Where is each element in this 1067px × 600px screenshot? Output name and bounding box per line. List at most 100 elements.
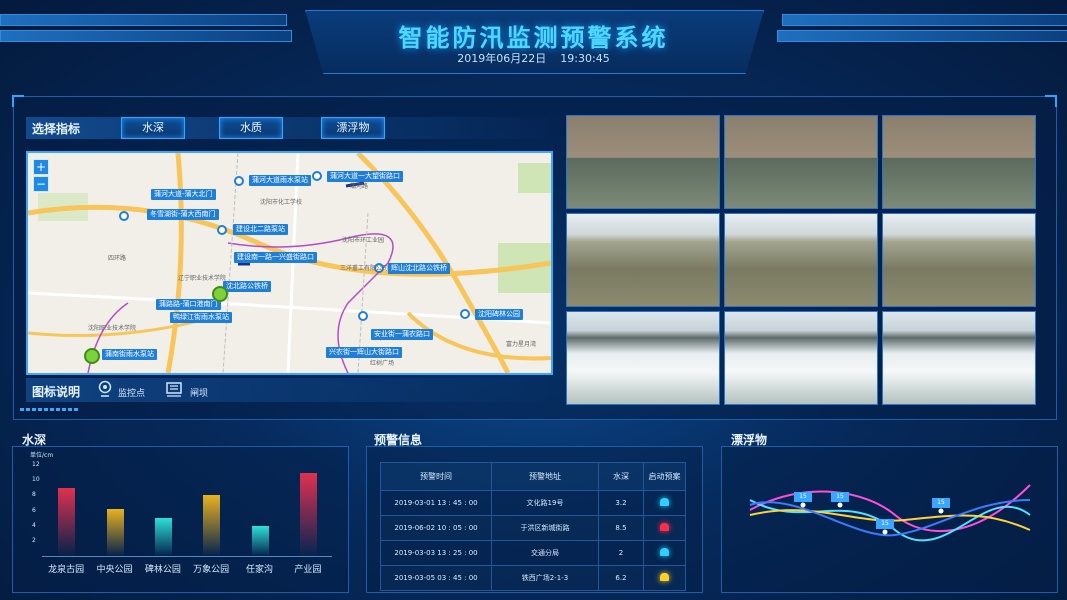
- y-tick-label: 10: [32, 476, 40, 484]
- table-row[interactable]: 2019-03-03 13 : 25 : 00 交通分局 2: [380, 540, 686, 566]
- header-deco-left-1: [0, 14, 287, 26]
- y-tick-label: 4: [32, 521, 36, 529]
- y-tick-label: 2: [32, 536, 36, 544]
- water-depth-chart: [0, 0, 1, 1]
- data-point: [882, 529, 888, 535]
- zoom-out-button[interactable]: −: [33, 176, 49, 192]
- map-marker-label[interactable]: 辉山沈北路公铁桥: [388, 263, 450, 274]
- map-pin[interactable]: [217, 225, 227, 235]
- cell-depth: 2: [598, 540, 644, 566]
- cell-time: 2019-03-03 13 : 25 : 00: [380, 540, 492, 566]
- cell-address: 铁西广场2-1-3: [491, 565, 599, 591]
- alarm-light-icon: [660, 498, 669, 506]
- map-place: 富力星月湾: [506, 341, 537, 348]
- map-marker-label[interactable]: 沈北路公铁桥: [223, 281, 271, 292]
- map-roads: [28, 153, 551, 373]
- x-tick-label: 碑林公园: [144, 565, 181, 575]
- map-marker-label[interactable]: 蒲路路-蒲口港南门: [156, 299, 221, 310]
- camera-feed[interactable]: [882, 311, 1036, 405]
- map-marker-label[interactable]: 蒲河大道雨水泵站: [249, 175, 311, 186]
- map-marker-label[interactable]: 建设北二路泵站: [233, 224, 288, 235]
- cell-depth: 6.2: [598, 565, 644, 591]
- camera-feed[interactable]: [724, 311, 878, 405]
- map-place: 沈阳职业技术学院: [88, 325, 137, 332]
- map-marker-label[interactable]: 冬雪湖街-蒲大西南门: [147, 209, 219, 220]
- header-deco-right-1: [782, 14, 1067, 26]
- map-place: 红树广场: [370, 360, 395, 367]
- cell-depth: 3.2: [598, 490, 644, 516]
- x-tick-label: 任家沟: [245, 565, 273, 575]
- map-pin-active[interactable]: [212, 286, 228, 302]
- cell-address: 交通分局: [491, 540, 599, 566]
- indicator-header-bar: [26, 117, 549, 139]
- table-row[interactable]: 2019-06-02 10 : 05 : 00 于洪区新城街路 8.5: [380, 515, 686, 541]
- map-marker-label[interactable]: 蒲河大道-蒲大北门: [151, 189, 216, 200]
- map-pin[interactable]: [234, 176, 244, 186]
- value-badge: 15: [794, 492, 812, 502]
- cell-depth: 8.5: [598, 515, 644, 541]
- cell-time: 2019-03-01 13 : 45 : 00: [380, 490, 492, 516]
- value-badge: 15: [932, 498, 950, 508]
- col-plan: 启动预案: [643, 462, 686, 491]
- map-marker-label[interactable]: 兴农街一辉山大街路口: [326, 347, 402, 358]
- alarm-light-icon: [660, 548, 669, 556]
- map-pin-active[interactable]: [84, 348, 100, 364]
- value-badge: 15: [876, 519, 894, 529]
- x-tick-label: 产业园: [294, 565, 322, 575]
- page-title: 智能防汛监测预警系统: [398, 24, 669, 52]
- camera-feed[interactable]: [566, 311, 720, 405]
- tab-floating-objects[interactable]: 漂浮物: [321, 117, 385, 139]
- header-deco-left-2: [0, 30, 292, 42]
- camera-feed[interactable]: [566, 213, 720, 307]
- map-place: 辽宁职业技术学院: [178, 275, 227, 282]
- table-row[interactable]: 2019-03-05 03 : 45 : 00 铁西广场2-1-3 6.2: [380, 565, 686, 591]
- col-address: 预警地址: [491, 462, 599, 491]
- camera-feed[interactable]: [882, 115, 1036, 209]
- header-deco-right-2: [777, 30, 1067, 42]
- floating-wave-chart: [749, 484, 1031, 542]
- map-pin[interactable]: [358, 311, 368, 321]
- bar: [58, 487, 76, 556]
- map-pin[interactable]: [312, 171, 322, 181]
- y-tick-label: 12: [32, 461, 40, 468]
- map-marker-label[interactable]: 沈阳碑林公园: [475, 309, 523, 320]
- map-view[interactable]: + − 蒲河大道雨水泵站 蒲河大道一大望街路口 蒲河大道-蒲大北门 冬雪湖街-蒲…: [26, 151, 553, 375]
- bar: [299, 472, 317, 556]
- corner-deco: [12, 95, 24, 107]
- map-marker-label[interactable]: 建设南一路一兴盛街路口: [234, 252, 317, 263]
- map-place: 蒲河路: [350, 183, 369, 190]
- zoom-in-button[interactable]: +: [33, 159, 49, 175]
- cell-address: 于洪区新城街路: [491, 515, 599, 541]
- unit-label: 单位/cm: [30, 452, 54, 459]
- map-marker-label[interactable]: 蒲南街雨水泵站: [102, 349, 157, 360]
- map-pin[interactable]: [119, 211, 129, 221]
- cell-time: 2019-03-05 03 : 45 : 00: [380, 565, 492, 591]
- map-place: 沈阳市环工业园: [342, 237, 385, 244]
- map-marker-label[interactable]: 安业街一蒲农路口: [371, 329, 433, 340]
- x-tick-label: 龙泉古园: [48, 565, 85, 575]
- warning-table: 预警时间 预警地址 水深 启动预案 2019-03-01 13 : 45 : 0…: [380, 462, 686, 591]
- camera-feed[interactable]: [882, 213, 1036, 307]
- sluice-gate-icon: [166, 382, 182, 397]
- map-place: 沈阳市化工学校: [260, 199, 303, 206]
- data-point: [938, 508, 944, 514]
- alarm-light-icon: [660, 523, 669, 531]
- datetime: 2019年06月22日 19:30:45: [305, 50, 762, 66]
- panel-stripe-deco: [20, 408, 80, 411]
- map-marker-label[interactable]: 鸭绿江街雨水泵站: [170, 312, 232, 323]
- tab-water-quality[interactable]: 水质: [219, 117, 283, 139]
- alarm-light-icon: [660, 573, 669, 581]
- table-row[interactable]: 2019-03-01 13 : 45 : 00 文化路19号 3.2: [380, 490, 686, 516]
- bar: [106, 508, 124, 556]
- legend-title: 图标说明: [32, 385, 81, 399]
- bar: [154, 518, 172, 556]
- camera-feed[interactable]: [724, 213, 878, 307]
- data-point: [837, 502, 843, 508]
- tab-water-depth[interactable]: 水深: [121, 117, 185, 139]
- bar: [203, 494, 221, 556]
- camera-feed[interactable]: [724, 115, 878, 209]
- map-pin[interactable]: [460, 309, 470, 319]
- legend-monitor-label: 监控点: [118, 389, 146, 399]
- camera-feed[interactable]: [566, 115, 720, 209]
- cell-address: 文化路19号: [491, 490, 599, 516]
